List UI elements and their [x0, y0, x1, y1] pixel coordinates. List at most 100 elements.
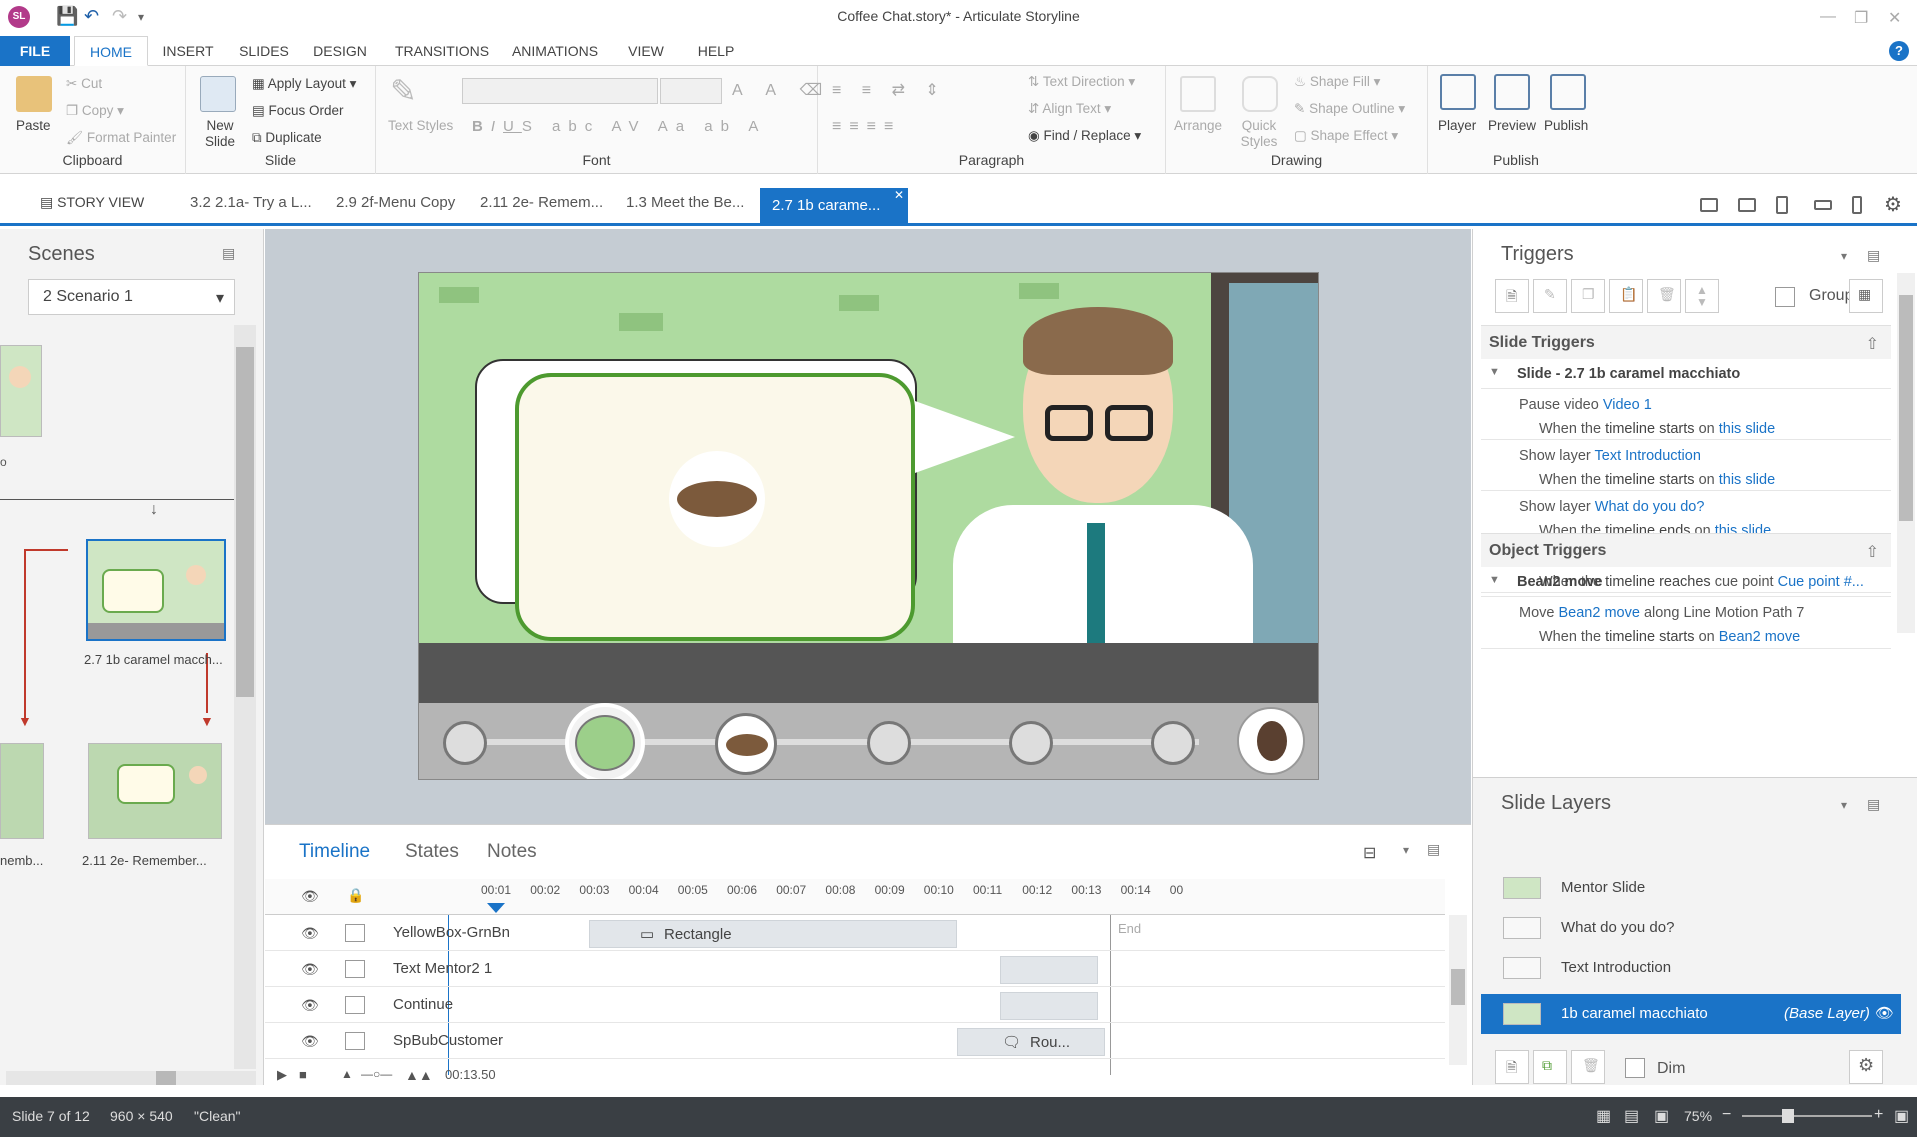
delete-trigger-button[interactable]: 🗑	[1647, 279, 1681, 313]
new-layer-button[interactable]: 🗎	[1495, 1050, 1529, 1084]
quick-styles-button[interactable]: Quick Styles	[1234, 118, 1284, 150]
apply-layout-button[interactable]: ▦ Apply Layout ▾	[252, 76, 356, 92]
align-text-button[interactable]: ⇵ Align Text ▾	[1028, 101, 1111, 117]
edit-trigger-button[interactable]: ✎	[1533, 279, 1567, 313]
timeline-bar[interactable]	[1000, 992, 1098, 1020]
normal-view-icon[interactable]: ▦	[1596, 1106, 1611, 1126]
timeline-ruler[interactable]: 00:01 00:02 00:03 00:04 00:05 00:06 00:07 00:08…	[481, 879, 1445, 915]
cue-point-icon[interactable]: ⊟	[1363, 843, 1376, 863]
tablet-landscape-icon[interactable]	[1738, 198, 1756, 212]
progress-node[interactable]	[443, 721, 487, 765]
mentor-character[interactable]	[1023, 307, 1173, 513]
chevron-down-icon[interactable]: ▼	[1489, 574, 1500, 586]
timeline-bar[interactable]: 🗨 Rou...	[957, 1028, 1105, 1056]
trigger-object[interactable]: this slide	[1719, 472, 1775, 488]
tab-insert[interactable]: INSERT	[156, 36, 220, 66]
panel-undock-icon[interactable]: ▤	[1867, 247, 1880, 264]
progress-node[interactable]	[867, 721, 911, 765]
collapse-icon[interactable]: ⇧	[1866, 334, 1879, 354]
copy-trigger-button[interactable]: ❐	[1571, 279, 1605, 313]
story-view-tab[interactable]: ▤ STORY VIEW	[40, 194, 144, 211]
duplicate-button[interactable]: ⧉ Duplicate	[252, 130, 322, 146]
scrollbar-thumb[interactable]	[1899, 295, 1913, 521]
play-icon[interactable]: ▶	[277, 1067, 287, 1083]
object-trigger-group[interactable]: ▼ Bean2 move	[1481, 567, 1891, 597]
layer-item[interactable]: Text Introduction	[1481, 948, 1901, 988]
player-icon[interactable]	[1440, 74, 1476, 110]
lock-checkbox[interactable]	[345, 1032, 365, 1050]
preview-icon[interactable]	[1494, 74, 1530, 110]
trigger-object[interactable]: this slide	[1719, 421, 1775, 437]
close-icon[interactable]: ✕	[1888, 8, 1901, 28]
tab-design[interactable]: DESIGN	[308, 36, 372, 66]
dim-checkbox[interactable]	[1625, 1058, 1645, 1078]
trigger-item[interactable]: Show layer Text Introduction When the tim…	[1481, 440, 1891, 491]
timeline-row[interactable]: 👁 SpBubCustomer 🗨 Rou...	[265, 1023, 1445, 1059]
customer-avatar[interactable]	[1237, 707, 1305, 775]
zoom-in-icon[interactable]: ▲▲	[405, 1067, 433, 1083]
eye-icon[interactable]: 👁	[301, 925, 319, 942]
slide-tab[interactable]: 2.11 2e- Remem...	[480, 194, 603, 211]
scenes-hscrollbar[interactable]	[6, 1071, 256, 1085]
text-styles-icon[interactable]: ✎	[390, 72, 426, 109]
cut-button[interactable]: ✂ Cut	[66, 76, 102, 92]
slide-tab[interactable]: 3.2 2.1a- Try a L...	[190, 194, 312, 211]
progress-node[interactable]	[1151, 721, 1195, 765]
timeline-vscrollbar[interactable]	[1449, 915, 1467, 1065]
shape-fill-button[interactable]: ♨ Shape Fill ▾	[1294, 74, 1380, 90]
trigger-target[interactable]: Bean2 move	[1559, 605, 1640, 621]
tab-slides[interactable]: SLIDES	[234, 36, 294, 66]
trigger-object[interactable]: Bean2 move	[1719, 629, 1800, 645]
delete-layer-button[interactable]: 🗑	[1571, 1050, 1605, 1084]
panel-undock-icon[interactable]: ▤	[222, 245, 235, 262]
tab-help[interactable]: HELP	[690, 36, 742, 66]
playhead-icon[interactable]	[487, 903, 505, 913]
trigger-target[interactable]: Video 1	[1603, 397, 1652, 413]
zoom-in-icon[interactable]: +	[1874, 1106, 1883, 1124]
font-size-select[interactable]	[660, 78, 722, 104]
eye-icon[interactable]: 👁	[301, 997, 319, 1014]
tablet-portrait-icon[interactable]	[1776, 196, 1788, 214]
progress-node-current[interactable]	[565, 703, 645, 779]
lock-icon[interactable]: 🔒	[347, 887, 364, 904]
gear-icon[interactable]: ⚙	[1884, 192, 1902, 217]
slide-tab[interactable]: 1.3 Meet the Be...	[626, 194, 744, 211]
slide-sorter-icon[interactable]: ▤	[1624, 1106, 1639, 1126]
font-format-icons[interactable]: BIUS abc AV Aa ab A	[472, 118, 766, 135]
minimize-icon[interactable]: —	[1820, 8, 1836, 26]
collapse-icon[interactable]: ⇧	[1866, 542, 1879, 562]
arrange-button[interactable]: Arrange	[1174, 118, 1222, 133]
panel-undock-icon[interactable]: ▤	[1427, 841, 1440, 858]
variables-button[interactable]: ▦	[1849, 279, 1883, 313]
slide-canvas[interactable]	[418, 272, 1319, 780]
chevron-down-icon[interactable]: ▼	[1489, 366, 1500, 378]
chevron-down-icon[interactable]: ▾	[1841, 798, 1847, 812]
progress-node-bean[interactable]	[715, 713, 777, 775]
tab-animations[interactable]: ANIMATIONS	[508, 36, 602, 66]
layer-settings-button[interactable]: ⚙	[1849, 1050, 1883, 1084]
hscrollbar-thumb[interactable]	[156, 1071, 176, 1085]
paste-icon[interactable]	[16, 76, 52, 112]
lock-checkbox[interactable]	[345, 960, 365, 978]
shape-outline-button[interactable]: ✎ Shape Outline ▾	[1294, 101, 1405, 117]
slide-thumb-selected[interactable]	[86, 539, 226, 641]
zoom-slider[interactable]	[1742, 1115, 1872, 1117]
zoom-out-icon[interactable]: ▲	[341, 1067, 353, 1081]
lock-checkbox[interactable]	[345, 996, 365, 1014]
scrollbar-thumb[interactable]	[236, 347, 254, 697]
layer-item[interactable]: What do you do?	[1481, 908, 1901, 948]
base-layer-item[interactable]: 1b caramel macchiato (Base Layer) 👁	[1481, 994, 1901, 1034]
player-button[interactable]: Player	[1438, 118, 1476, 133]
timeline-row[interactable]: 👁 Text Mentor2 1	[265, 951, 1445, 987]
tab-transitions[interactable]: TRANSITIONS	[390, 36, 494, 66]
slide-tab-active[interactable]: 2.7 1b carame... ✕	[760, 188, 908, 226]
trigger-target[interactable]: What do you do?	[1595, 499, 1705, 515]
phone-portrait-icon[interactable]	[1852, 196, 1862, 214]
chevron-down-icon[interactable]: ▾	[1841, 249, 1847, 263]
slide-trigger-group[interactable]: ▼ Slide - 2.7 1b caramel macchiato	[1481, 359, 1891, 389]
scenes-scrollbar[interactable]	[234, 325, 256, 1069]
scrollbar-thumb[interactable]	[1451, 969, 1465, 1005]
trigger-target[interactable]: Text Introduction	[1595, 448, 1701, 464]
scene-select[interactable]: 2 Scenario 1 ▾	[28, 279, 235, 315]
group-checkbox[interactable]	[1775, 287, 1795, 307]
